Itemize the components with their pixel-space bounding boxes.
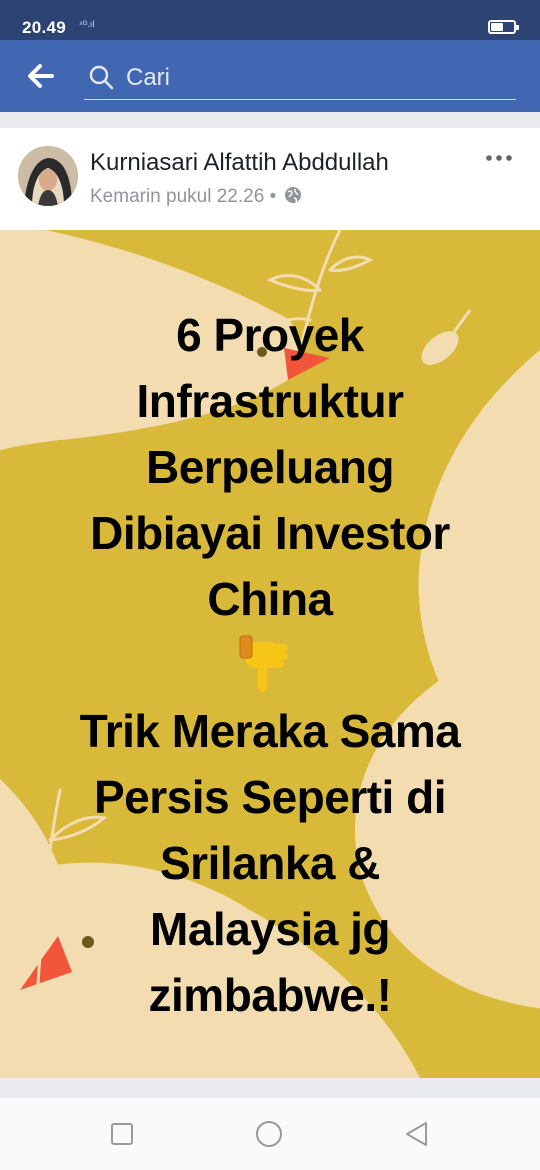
search-icon — [89, 65, 114, 90]
avatar-image — [18, 146, 78, 206]
back-button[interactable] — [24, 60, 58, 92]
headline-line: China — [207, 573, 333, 625]
body-line: Persis Seperti di — [94, 771, 447, 823]
globe-icon — [284, 187, 301, 203]
headline-line: 6 Proyek — [176, 309, 364, 361]
more-options-button[interactable] — [484, 148, 514, 168]
circle-icon — [256, 1121, 282, 1147]
meta-separator: • — [269, 186, 277, 207]
status-bar: 20.49 ⁴ᴳ.ıl — [0, 0, 540, 40]
more-dots-icon — [486, 155, 512, 161]
post-meta: Kemarin pukul 22.26 • — [90, 186, 302, 208]
body-line: zimbabwe.! — [148, 969, 392, 1021]
headline-line: Berpeluang — [145, 441, 395, 493]
recent-apps-button[interactable] — [108, 1120, 136, 1148]
search-input[interactable]: Cari — [84, 56, 516, 100]
home-button[interactable] — [255, 1120, 283, 1148]
triangle-back-icon — [406, 1122, 427, 1146]
body-line: Srilanka & — [160, 837, 381, 889]
post-image[interactable]: 6 Proyek Infrastruktur Berpeluang Dibiay… — [0, 230, 540, 1078]
body-line: Trik Meraka Sama — [79, 705, 461, 757]
app-header: Cari — [0, 40, 540, 112]
status-time: 20.49 — [22, 18, 67, 37]
post-image-text: 6 Proyek Infrastruktur Berpeluang Dibiay… — [0, 302, 540, 1028]
headline-line: Dibiayai Investor — [90, 507, 450, 559]
body-line: Malaysia jg — [150, 903, 390, 955]
system-back-button[interactable] — [402, 1120, 430, 1148]
post-timestamp[interactable]: Kemarin pukul 22.26 — [90, 186, 264, 207]
battery-level — [491, 23, 503, 31]
author-name[interactable]: Kurniasari Alfattih Abddullah — [90, 149, 389, 177]
system-nav-bar — [0, 1098, 540, 1170]
search-placeholder: Cari — [126, 64, 171, 91]
headline-line: Infrastruktur — [136, 375, 404, 427]
square-icon — [111, 1123, 133, 1145]
arrow-left-icon — [28, 64, 54, 88]
signal-icon: ⁴ᴳ.ıl — [79, 19, 95, 29]
post-card: Kurniasari Alfattih Abddullah Kemarin pu… — [0, 128, 540, 1078]
pointing-down-icon — [0, 632, 540, 698]
avatar[interactable] — [18, 146, 78, 206]
battery-icon — [488, 20, 519, 34]
